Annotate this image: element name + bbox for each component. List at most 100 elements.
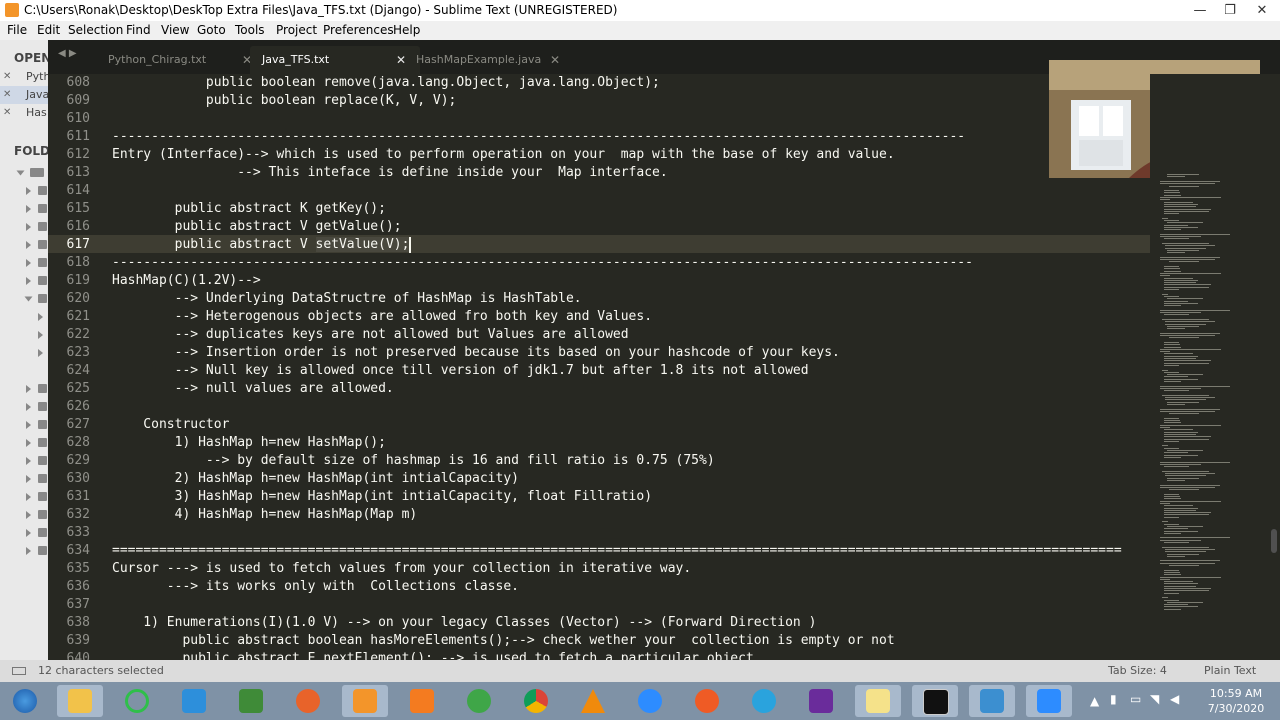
taskbar-xampp[interactable] xyxy=(399,685,445,717)
menu-tools[interactable]: Tools xyxy=(235,21,265,40)
taskbar-firefox[interactable] xyxy=(285,685,331,717)
folder-item[interactable] xyxy=(0,508,48,522)
folder-tree-root[interactable] xyxy=(0,166,48,180)
menu-help[interactable]: Help xyxy=(393,21,420,40)
code-line[interactable]: ----------------------------------------… xyxy=(112,128,965,146)
tab-nav-arrows-icon[interactable]: ◀ ▶ xyxy=(58,48,77,59)
taskbar-vscode[interactable] xyxy=(171,685,217,717)
folder-item[interactable] xyxy=(0,238,48,252)
close-icon[interactable]: ✕ xyxy=(3,68,11,86)
taskbar-cmd[interactable] xyxy=(912,685,958,717)
taskbar-zoom[interactable] xyxy=(627,685,673,717)
folder-item[interactable] xyxy=(0,274,48,288)
open-file-item[interactable]: ✕ Pyth xyxy=(0,68,48,86)
taskbar-postman[interactable] xyxy=(684,685,730,717)
code-line[interactable]: 1) HashMap h=new HashMap(); xyxy=(112,434,386,452)
menu-selection[interactable]: Selection xyxy=(68,21,123,40)
code-line[interactable]: ----------------------------------------… xyxy=(112,254,973,272)
code-line[interactable]: public abstract V setValue(V); xyxy=(112,236,412,254)
code-line[interactable]: Entry (Interface)--> which is used to pe… xyxy=(112,146,895,164)
menu-file[interactable]: File xyxy=(7,21,27,40)
tab-python-chirag[interactable]: Python_Chirag.txt ✕ xyxy=(96,46,266,74)
folder-item[interactable] xyxy=(0,220,48,234)
folder-item[interactable] xyxy=(0,184,48,198)
code-line[interactable]: --> Null key is allowed once till versio… xyxy=(112,362,809,380)
folder-item[interactable] xyxy=(0,256,48,270)
close-icon[interactable]: ✕ xyxy=(3,104,11,122)
code-line[interactable]: HashMap(C)(1.2V)--> xyxy=(112,272,261,290)
menu-preferences[interactable]: Preferences xyxy=(323,21,394,40)
folder-item[interactable] xyxy=(0,454,48,468)
taskbar-cortana[interactable] xyxy=(114,685,160,717)
scrollbar-thumb[interactable] xyxy=(1271,529,1277,553)
code-line[interactable]: 1) Enumerations(I)(1.0 V) --> on your le… xyxy=(112,614,816,632)
code-line[interactable]: --> This inteface is define inside your … xyxy=(112,164,667,182)
code-line[interactable]: --> null values are allowed. xyxy=(112,380,394,398)
menu-edit[interactable]: Edit xyxy=(37,21,60,40)
taskbar-clock[interactable]: 10:59 AM 7/30/2020 xyxy=(1200,686,1272,716)
syntax-status[interactable]: Plain Text xyxy=(1204,660,1256,682)
code-line[interactable]: --> Insertion order is not preserved bec… xyxy=(112,344,840,362)
restore-button[interactable]: ❐ xyxy=(1216,0,1244,21)
code-line[interactable]: 3) HashMap h=new HashMap(int intialCapac… xyxy=(112,488,652,506)
tab-size-status[interactable]: Tab Size: 4 xyxy=(1108,660,1167,682)
folder-item[interactable] xyxy=(0,544,48,558)
minimap[interactable] xyxy=(1150,74,1268,660)
selected-text[interactable]: setValue(V); xyxy=(315,237,410,252)
open-file-item-active[interactable]: ✕ Java xyxy=(0,86,48,104)
code-line[interactable]: Constructor xyxy=(112,416,229,434)
folder-item[interactable] xyxy=(0,202,48,216)
wifi-icon[interactable]: ◥ xyxy=(1150,692,1159,706)
close-icon[interactable]: ✕ xyxy=(3,86,11,104)
taskbar-visual-studio[interactable] xyxy=(798,685,844,717)
code-line[interactable]: Cursor ---> is used to fetch values from… xyxy=(112,560,691,578)
code-line[interactable]: public abstract E nextElement(); --> is … xyxy=(112,650,761,660)
code-line[interactable]: public boolean remove(java.lang.Object, … xyxy=(112,74,660,92)
taskbar-sublime-green[interactable] xyxy=(228,685,274,717)
vertical-scrollbar[interactable] xyxy=(1268,74,1280,660)
code-line[interactable]: public abstract boolean hasMoreElements(… xyxy=(112,632,894,650)
folder-item[interactable] xyxy=(0,400,48,414)
code-line[interactable]: public abstract K getKey(); xyxy=(112,200,386,218)
folder-item[interactable] xyxy=(0,346,48,360)
tab-close-icon[interactable]: ✕ xyxy=(550,46,560,74)
folder-item[interactable] xyxy=(0,418,48,432)
menu-view[interactable]: View xyxy=(161,21,189,40)
editor-pane[interactable]: 608 609 610 611 612 613 614 615 616 617 618 619 620 6… xyxy=(48,74,1150,660)
taskbar-sublime-text[interactable] xyxy=(342,685,388,717)
folder-item[interactable] xyxy=(0,328,48,342)
taskbar-vlc[interactable] xyxy=(570,685,616,717)
code-line[interactable]: 2) HashMap h=new HashMap(int intialCapac… xyxy=(112,470,519,488)
battery-icon[interactable]: ▭ xyxy=(1130,692,1141,706)
folder-item[interactable] xyxy=(0,490,48,504)
folder-item[interactable] xyxy=(0,472,48,486)
code-line[interactable]: --> Underlying DataStructre of HashMap i… xyxy=(112,290,582,308)
taskbar-zoom-meetings[interactable] xyxy=(1026,685,1072,717)
network-icon[interactable]: ▮ xyxy=(1110,692,1117,706)
taskbar-notes[interactable] xyxy=(855,685,901,717)
code-line[interactable]: ---> its works only with Collections cla… xyxy=(112,578,519,596)
open-file-item[interactable]: ✕ Has xyxy=(0,104,48,122)
menu-find[interactable]: Find xyxy=(126,21,151,40)
taskbar-telegram[interactable] xyxy=(741,685,787,717)
code-line[interactable]: ========================================… xyxy=(112,542,1122,560)
code-line[interactable]: public abstract V getValue(); xyxy=(112,218,402,236)
code-line[interactable]: public boolean replace(K, V, V); xyxy=(112,92,456,110)
folder-item[interactable] xyxy=(0,526,48,540)
taskbar-terminal-green[interactable] xyxy=(456,685,502,717)
tab-hashmap-example[interactable]: HashMapExample.java ✕ xyxy=(404,46,574,74)
start-button[interactable] xyxy=(2,685,48,717)
tab-java-tfs[interactable]: Java_TFS.txt ✕ xyxy=(250,46,420,74)
menu-project[interactable]: Project xyxy=(276,21,317,40)
taskbar-chrome[interactable] xyxy=(513,685,559,717)
panel-toggle-icon[interactable] xyxy=(12,667,26,675)
taskbar-file-explorer[interactable] xyxy=(57,685,103,717)
code-line[interactable]: --> by default size of hashmap is 16 and… xyxy=(112,452,715,470)
taskbar-paint[interactable] xyxy=(969,685,1015,717)
minimize-button[interactable]: — xyxy=(1186,0,1214,21)
folder-item[interactable] xyxy=(0,436,48,450)
code-line[interactable]: --> duplicates keys are not allowed but … xyxy=(112,326,629,344)
volume-icon[interactable]: ◀ xyxy=(1170,692,1179,706)
tray-chevron-icon[interactable]: ▲ xyxy=(1090,694,1099,708)
folder-item[interactable] xyxy=(0,310,48,324)
